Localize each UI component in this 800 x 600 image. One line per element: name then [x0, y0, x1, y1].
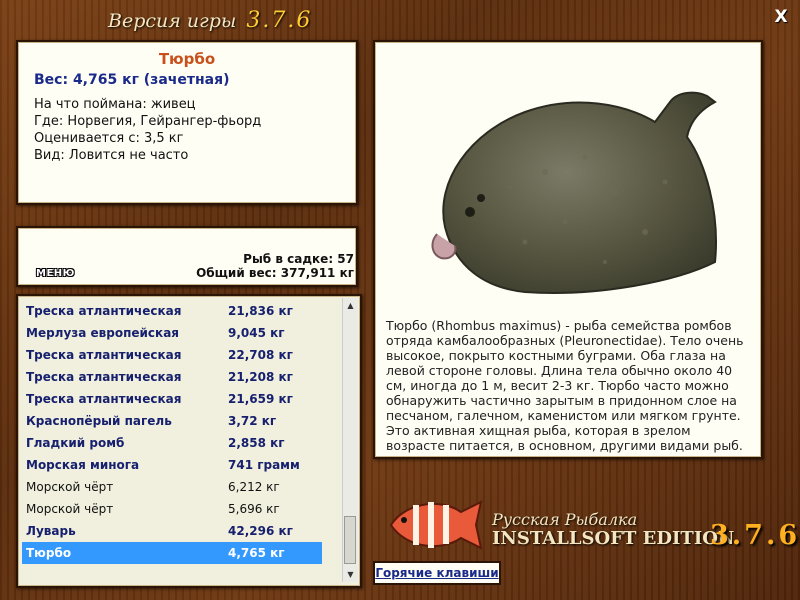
fish-detail-panel: Тюрбо (Rhombus maximus) - рыба семейства…: [373, 40, 763, 459]
brand-version: 3.7.6: [710, 520, 800, 551]
list-item-name: Морская минога: [26, 458, 140, 472]
eval-line: Оценивается с: 3,5 кг: [34, 131, 184, 146]
window-title: Версия игры 3.7.6: [108, 8, 312, 33]
list-item[interactable]: Треска атлантическая 22,708 кг: [22, 344, 322, 366]
list-item-weight: 22,708 кг: [228, 348, 293, 362]
fish-description: Тюрбо (Rhombus maximus) - рыба семейства…: [386, 318, 744, 453]
list-item[interactable]: Морская минога 741 грамм: [22, 454, 322, 476]
brand-edition: INSTALLSOFT EDITION: [492, 528, 735, 549]
list-item[interactable]: Морской чёрт 5,696 кг: [22, 498, 322, 520]
list-item-name: Морской чёрт: [26, 480, 114, 494]
list-item-name: Треска атлантическая: [26, 392, 182, 406]
list-item-weight: 21,208 кг: [228, 370, 293, 384]
close-icon[interactable]: X: [772, 8, 790, 26]
fish-count: Рыб в садке: 57: [243, 252, 354, 266]
kind-line: Вид: Ловится не часто: [34, 148, 189, 163]
list-item-name: Мерлуза европейская: [26, 326, 179, 340]
list-item-name: Треска атлантическая: [26, 348, 182, 362]
logo-fish-icon: [389, 500, 483, 550]
title-label: Версия игры: [108, 10, 237, 32]
catch-info-panel: Тюрбо Вес: 4,765 кг (зачетная) На что по…: [16, 40, 358, 205]
scroll-up-icon[interactable]: ▲: [343, 298, 358, 313]
list-item-name: Морской чёрт: [26, 502, 114, 516]
bait-line: На что поймана: живец: [34, 97, 196, 112]
list-item[interactable]: Тюрбо 4,765 кг: [22, 542, 322, 564]
turbot-image: [431, 91, 717, 294]
list-item-weight: 9,045 кг: [228, 326, 285, 340]
fish-name: Тюрбо: [158, 50, 216, 68]
list-item[interactable]: Луварь 42,296 кг: [22, 520, 322, 542]
title-version: 3.7.6: [246, 8, 313, 33]
list-item-name: Треска атлантическая: [26, 370, 182, 384]
catch-list[interactable]: Треска атлантическая 21,836 кг Мерлуза евр…: [16, 294, 362, 588]
list-item-name: Луварь: [26, 524, 76, 538]
list-item-name: Тюрбо: [26, 546, 72, 560]
list-item[interactable]: Треска атлантическая 21,659 кг: [22, 388, 322, 410]
list-item-weight: 5,696 кг: [228, 502, 280, 516]
list-item[interactable]: Треска атлантическая 21,208 кг: [22, 366, 322, 388]
list-item[interactable]: Гладкий ромб 2,858 кг: [22, 432, 322, 454]
hotkeys-link[interactable]: Горячие клавиши: [373, 561, 501, 585]
list-item-name: Гладкий ромб: [26, 436, 125, 450]
list-item-weight: 741 грамм: [228, 458, 300, 472]
scroll-thumb[interactable]: [344, 516, 356, 564]
list-item[interactable]: Краснопёрый пагель 3,72 кг: [22, 410, 322, 432]
list-item-weight: 42,296 кг: [228, 524, 293, 538]
list-item-weight: 2,858 кг: [228, 436, 285, 450]
list-item[interactable]: Морской чёрт 6,212 кг: [22, 476, 322, 498]
list-item-name: Краснопёрый пагель: [26, 414, 172, 428]
total-weight: Общий вес: 377,911 кг: [196, 266, 354, 280]
place-line: Где: Норвегия, Гейрангер-фьорд: [34, 114, 262, 129]
list-item-weight: 3,72 кг: [228, 414, 277, 428]
list-item-weight: 6,212 кг: [228, 480, 280, 494]
list-item[interactable]: Треска атлантическая 21,836 кг: [22, 300, 322, 322]
list-scrollbar[interactable]: ▲ ▼: [342, 298, 358, 582]
menu-button[interactable]: МЕНЮ: [36, 268, 75, 279]
list-item-weight: 21,836 кг: [228, 304, 293, 318]
fish-weight: Вес: 4,765 кг (зачетная): [34, 72, 230, 88]
list-item-weight: 4,765 кг: [228, 546, 285, 560]
list-item-weight: 21,659 кг: [228, 392, 293, 406]
list-item-name: Треска атлантическая: [26, 304, 182, 318]
scroll-down-icon[interactable]: ▼: [343, 567, 358, 582]
keepnet-stats-panel: МЕНЮ Рыб в садке: 57 Общий вес: 377,911 …: [16, 226, 358, 287]
brand-title: Русская Рыбалка: [492, 510, 638, 529]
list-item[interactable]: Мерлуза европейская 9,045 кг: [22, 322, 322, 344]
